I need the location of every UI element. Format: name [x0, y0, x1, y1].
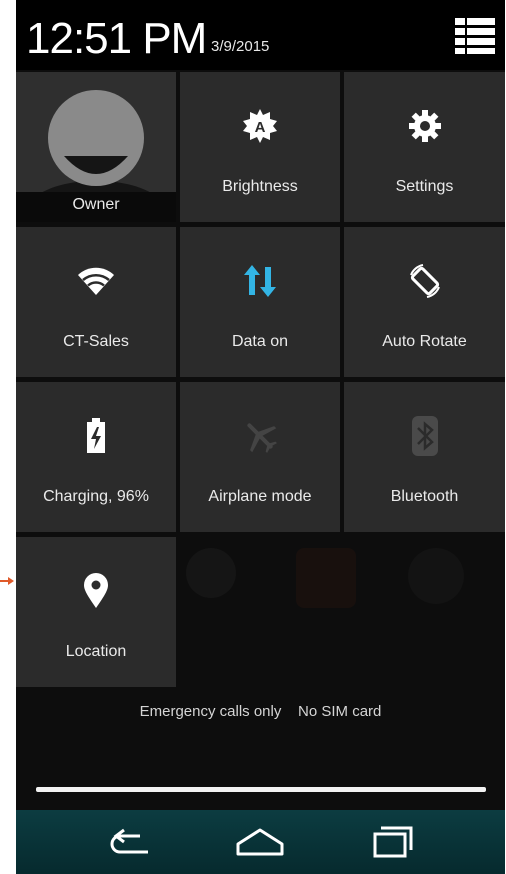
panel-drag-handle[interactable]	[36, 787, 486, 792]
annotation-arrow-icon	[0, 577, 14, 585]
phone-screen: 12:51 PM 3/9/2015 Owner A Brightness Set…	[16, 0, 505, 874]
location-pin-icon	[76, 571, 116, 611]
tile-owner[interactable]: Owner	[16, 72, 176, 222]
back-icon[interactable]	[100, 822, 160, 862]
home-icon[interactable]	[230, 822, 290, 862]
status-bar: 12:51 PM 3/9/2015	[16, 0, 505, 70]
svg-text:A: A	[255, 119, 266, 136]
tile-label: CT-Sales	[63, 333, 129, 350]
carrier-status: Emergency calls only No SIM card	[16, 703, 505, 720]
notifications-list-icon[interactable]	[455, 16, 495, 56]
tile-label: Charging, 96%	[43, 488, 149, 505]
clock-time: 12:51 PM	[26, 14, 207, 63]
emergency-calls-text: Emergency calls only	[139, 703, 282, 720]
tile-airplane[interactable]: Airplane mode	[180, 382, 340, 532]
wifi-icon	[76, 261, 116, 301]
tile-label: Bluetooth	[390, 488, 459, 505]
tile-label: Owner	[72, 196, 120, 213]
battery-charging-icon	[76, 416, 116, 456]
tile-label: Data on	[231, 333, 289, 350]
rotate-icon	[405, 261, 445, 301]
bluetooth-icon	[405, 416, 445, 456]
tile-label: Settings	[395, 178, 454, 195]
tile-settings[interactable]: Settings	[344, 72, 505, 222]
background-app-icon	[296, 548, 356, 608]
recent-apps-icon[interactable]	[361, 822, 421, 862]
airplane-icon	[240, 416, 280, 456]
tile-label: Brightness	[222, 178, 298, 195]
data-arrows-icon	[240, 261, 280, 301]
tile-wifi[interactable]: CT-Sales	[16, 227, 176, 377]
tile-label: Location	[65, 643, 127, 660]
tile-location[interactable]: Location	[16, 537, 176, 687]
tile-rotate[interactable]: Auto Rotate	[344, 227, 505, 377]
tile-data[interactable]: Data on	[180, 227, 340, 377]
background-phone-icon	[408, 548, 464, 604]
tile-label: Auto Rotate	[382, 333, 467, 350]
brightness-auto-icon: A	[240, 106, 280, 146]
tile-bluetooth[interactable]: Bluetooth	[344, 382, 505, 532]
gear-icon	[405, 106, 445, 146]
clock-date: 3/9/2015	[211, 38, 270, 55]
tile-label: Airplane mode	[208, 488, 312, 505]
tile-battery[interactable]: Charging, 96%	[16, 382, 176, 532]
background-app-icon	[186, 548, 236, 598]
tile-brightness[interactable]: A Brightness	[180, 72, 340, 222]
navigation-bar	[16, 810, 505, 874]
sim-status-text: No SIM card	[298, 703, 382, 720]
